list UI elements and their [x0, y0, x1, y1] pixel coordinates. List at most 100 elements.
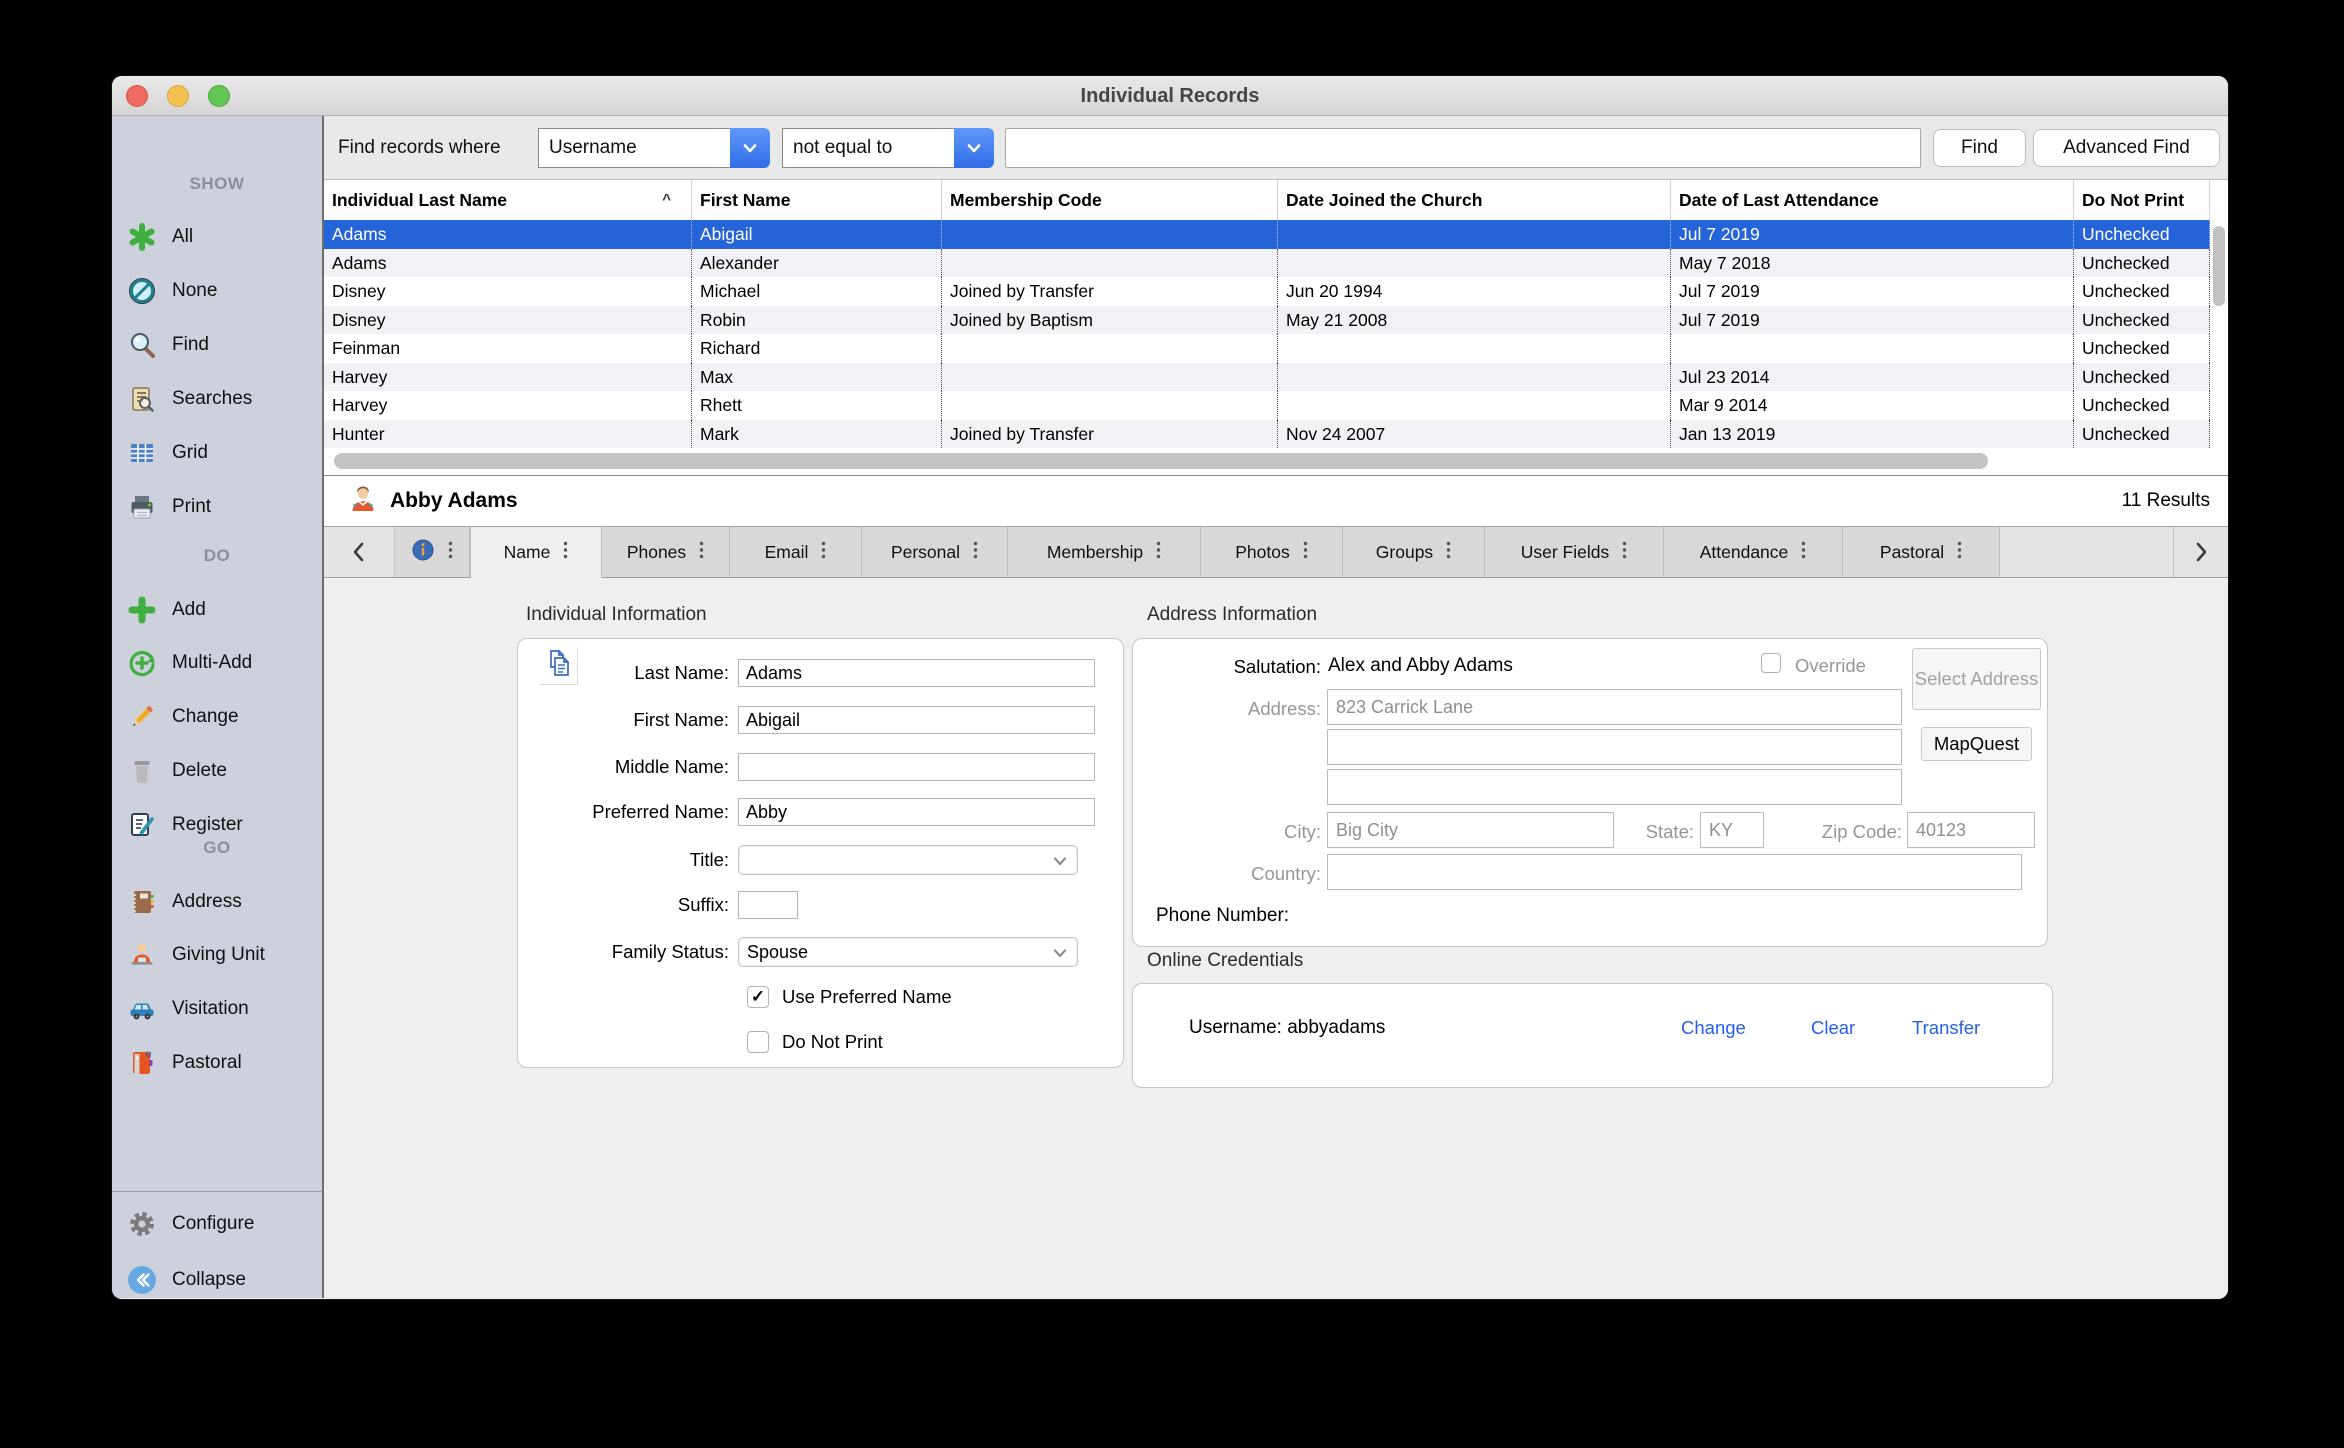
- tab-email[interactable]: Email: [730, 527, 862, 577]
- table-cell: Max: [692, 363, 942, 392]
- column-header-last-attendance[interactable]: Date of Last Attendance: [1671, 180, 2074, 220]
- do-not-print-checkbox-label: Do Not Print: [782, 1031, 883, 1053]
- tab-menu-icon[interactable]: [1957, 541, 1962, 564]
- online-credentials-panel: Username: abbyadams Change Clear Transfe…: [1132, 983, 2053, 1088]
- tab-menu-icon[interactable]: [1156, 541, 1161, 564]
- sidebar-item-searches[interactable]: Searches: [124, 381, 322, 417]
- column-header-first-name[interactable]: First Name: [692, 180, 942, 220]
- sidebar-section-do: DO: [112, 546, 322, 566]
- preferred-name-input[interactable]: [738, 798, 1095, 826]
- sidebar-item-grid[interactable]: Grid: [124, 435, 322, 471]
- tabs-scroll-right-button[interactable]: [2173, 527, 2228, 577]
- sidebar-item-change[interactable]: Change: [124, 699, 322, 735]
- last-name-input[interactable]: [738, 659, 1095, 687]
- table-row[interactable]: AdamsAlexanderMay 7 2018Unchecked: [324, 249, 2210, 278]
- horizontal-scrollbar[interactable]: [324, 448, 2210, 476]
- tab-groups[interactable]: Groups: [1343, 527, 1485, 577]
- address-line3-input[interactable]: [1327, 769, 1902, 805]
- tab-personal[interactable]: Personal: [862, 527, 1008, 577]
- table-row[interactable]: AdamsAbigailJul 7 2019Unchecked: [324, 220, 2210, 249]
- vertical-scrollbar-thumb[interactable]: [2213, 226, 2225, 306]
- tabs-scroll-left-button[interactable]: [324, 527, 395, 577]
- address-line2-input[interactable]: [1327, 729, 1902, 765]
- sidebar-item-find[interactable]: Find: [124, 327, 322, 363]
- sidebar-item-none[interactable]: None: [124, 273, 322, 309]
- tab-menu-icon[interactable]: [1622, 541, 1627, 564]
- field-select[interactable]: Username: [538, 128, 770, 168]
- select-address-button[interactable]: Select Address: [1912, 648, 2041, 710]
- tab-user-fields[interactable]: User Fields: [1485, 527, 1664, 577]
- first-name-input[interactable]: [738, 706, 1095, 734]
- city-label: City:: [1133, 821, 1321, 843]
- tab-menu-icon[interactable]: [973, 541, 978, 564]
- tab-info[interactable]: [395, 527, 470, 577]
- column-header-membership-code[interactable]: Membership Code: [942, 180, 1278, 220]
- override-checkbox[interactable]: [1761, 653, 1781, 673]
- phone-number-label: Phone Number:: [1156, 905, 1289, 927]
- sidebar-item-address[interactable]: Address: [124, 884, 322, 920]
- tab-membership[interactable]: Membership: [1008, 527, 1201, 577]
- table-row[interactable]: DisneyRobinJoined by BaptismMay 21 2008J…: [324, 306, 2210, 335]
- sidebar-item-configure[interactable]: Configure: [124, 1206, 322, 1242]
- zip-code-input[interactable]: [1907, 812, 2035, 848]
- tab-menu-icon[interactable]: [699, 541, 704, 564]
- horizontal-scrollbar-thumb[interactable]: [334, 453, 1988, 469]
- sidebar-item-all[interactable]: All: [124, 219, 322, 255]
- column-header-date-joined[interactable]: Date Joined the Church: [1278, 180, 1671, 220]
- tab-pastoral[interactable]: Pastoral: [1843, 527, 2000, 577]
- advanced-find-button[interactable]: Advanced Find: [2033, 129, 2220, 167]
- do-not-print-checkbox[interactable]: [747, 1031, 769, 1053]
- tab-photos[interactable]: Photos: [1201, 527, 1343, 577]
- tab-menu-icon[interactable]: [448, 541, 453, 564]
- transfer-link[interactable]: Transfer: [1912, 1017, 1980, 1039]
- find-button[interactable]: Find: [1933, 129, 2026, 167]
- country-input[interactable]: [1327, 854, 2022, 890]
- address-line1-input[interactable]: [1327, 689, 1902, 725]
- table-cell: Jul 23 2014: [1671, 363, 2074, 392]
- change-link[interactable]: Change: [1681, 1017, 1746, 1039]
- tab-menu-icon[interactable]: [1303, 541, 1308, 564]
- sidebar-item-delete[interactable]: Delete: [124, 753, 322, 789]
- tab-menu-icon[interactable]: [1446, 541, 1451, 564]
- tab-attendance[interactable]: Attendance: [1664, 527, 1843, 577]
- sidebar-item-giving-unit[interactable]: Giving Unit: [124, 937, 322, 973]
- mapquest-button[interactable]: MapQuest: [1921, 727, 2032, 761]
- find-records-where-label: Find records where: [338, 116, 501, 180]
- sidebar-item-print[interactable]: Print: [124, 489, 322, 525]
- tab-menu-icon[interactable]: [1801, 541, 1806, 564]
- family-status-select[interactable]: Spouse: [738, 937, 1078, 967]
- search-value-input[interactable]: [1005, 128, 1921, 168]
- tab-phones[interactable]: Phones: [602, 527, 730, 577]
- family-status-row: Family Status: Spouse: [518, 937, 1123, 967]
- table-row[interactable]: HunterMarkJoined by TransferNov 24 2007J…: [324, 420, 2210, 449]
- tab-menu-icon[interactable]: [821, 541, 826, 564]
- sidebar-item-collapse[interactable]: Collapse: [124, 1262, 322, 1298]
- title-select[interactable]: [738, 845, 1078, 875]
- sidebar-item-visitation[interactable]: Visitation: [124, 991, 322, 1027]
- column-header-do-not-print[interactable]: Do Not Print: [2074, 180, 2210, 220]
- column-header-last-name[interactable]: Individual Last Name^: [324, 180, 692, 220]
- first-name-label: First Name:: [518, 709, 738, 731]
- city-input[interactable]: [1327, 812, 1614, 848]
- results-table: Individual Last Name^ First Name Members…: [324, 180, 2228, 476]
- sidebar-item-pastoral[interactable]: Pastoral: [124, 1045, 322, 1081]
- tab-name[interactable]: Name: [470, 527, 602, 578]
- sidebar-section-go: GO: [112, 838, 322, 858]
- sidebar-item-add[interactable]: Add: [124, 592, 322, 628]
- do-not-print-row: Do Not Print: [747, 1031, 1123, 1053]
- use-preferred-name-checkbox[interactable]: ✓: [747, 986, 769, 1008]
- sidebar-item-multi-add[interactable]: Multi-Add: [124, 645, 322, 681]
- tab-menu-icon[interactable]: [563, 541, 568, 564]
- middle-name-input[interactable]: [738, 753, 1095, 781]
- table-header-row: Individual Last Name^ First Name Members…: [324, 180, 2210, 220]
- operator-select[interactable]: not equal to: [782, 128, 994, 168]
- table-row[interactable]: HarveyRhettMar 9 2014Unchecked: [324, 391, 2210, 420]
- state-input[interactable]: [1700, 812, 1764, 848]
- table-row[interactable]: FeinmanRichardUnchecked: [324, 334, 2210, 363]
- suffix-input[interactable]: [738, 891, 798, 919]
- table-row[interactable]: HarveyMaxJul 23 2014Unchecked: [324, 363, 2210, 392]
- table-row[interactable]: DisneyMichaelJoined by TransferJun 20 19…: [324, 277, 2210, 306]
- table-cell: [1278, 249, 1671, 278]
- results-count: 11 Results: [2122, 490, 2210, 512]
- clear-link[interactable]: Clear: [1811, 1017, 1855, 1039]
